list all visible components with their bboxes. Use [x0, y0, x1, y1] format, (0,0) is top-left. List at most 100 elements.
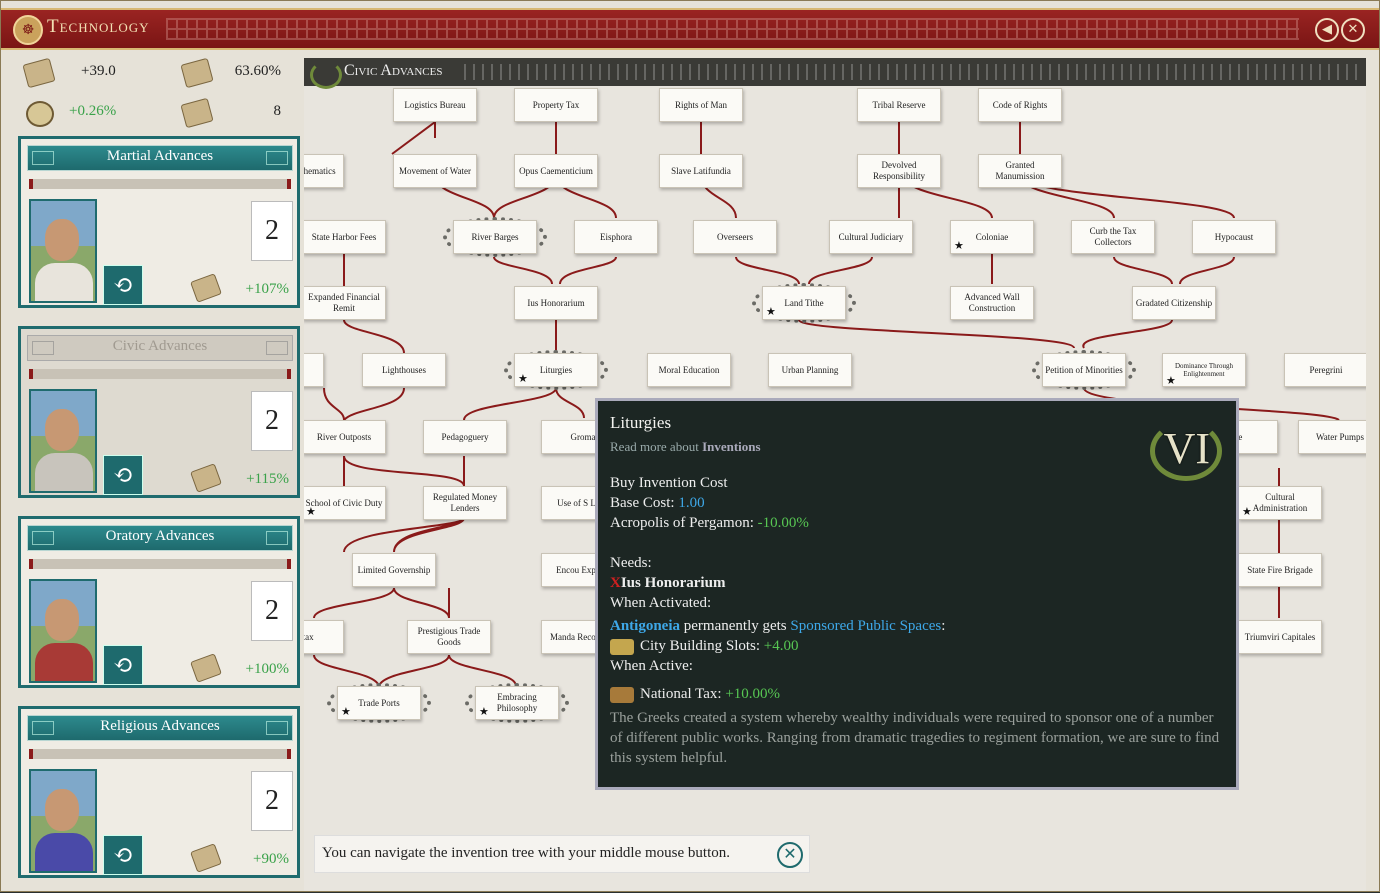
innovation-scroll-icon	[180, 97, 214, 129]
invention-node[interactable]: Hypocaust	[1192, 220, 1276, 254]
unmet-x-icon: X	[610, 575, 621, 591]
invention-node[interactable]: Expanded Financial Remit	[304, 286, 386, 320]
tree-title: Civic Advances	[344, 62, 443, 79]
invention-node[interactable]: Overseers	[693, 220, 777, 254]
advance-label: Martial Advances	[106, 148, 214, 164]
invention-node[interactable]: State Fire Brigade	[1238, 553, 1322, 587]
laurel-wreath-icon	[310, 61, 342, 89]
window-title: Technology	[47, 16, 150, 37]
invention-node[interactable]: Dominance Through Enlightenment ★	[1162, 353, 1246, 387]
replace-advisor-icon[interactable]: ⟲	[103, 835, 143, 875]
base-cost-row: Base Cost: 1.00	[610, 495, 705, 511]
treasure-chest-icon	[610, 686, 634, 703]
research-per-month: +39.0	[81, 63, 116, 79]
oratory-advances-panel[interactable]: Oratory Advances ⟲ 2 +100%	[18, 516, 300, 688]
star-icon: ★	[954, 240, 964, 252]
invention-node[interactable]	[304, 353, 324, 387]
invention-node[interactable]: School of Civic Duty ★	[304, 486, 386, 520]
invention-node[interactable]: Liturgies ★	[514, 353, 598, 387]
invention-node[interactable]: Opus Caementicium	[514, 154, 598, 188]
invention-node[interactable]: hagorean hematics	[304, 154, 344, 188]
invention-node[interactable]: Embracing Philosophy ★	[475, 686, 559, 720]
back-arrow-icon[interactable]: ◀	[1315, 18, 1339, 42]
building-slots-icon	[610, 638, 634, 655]
progress-rate: +0.26%	[69, 103, 117, 119]
technology-window: ☸ Technology ◀ ✕ +39.0 63.60% +0.26% 8 M…	[0, 0, 1380, 892]
needs-label: Needs:	[610, 555, 652, 571]
invention-node[interactable]: River Outposts	[304, 420, 386, 454]
invention-node[interactable]: Water Pumps	[1298, 420, 1366, 454]
invention-node[interactable]: Peregrini	[1284, 353, 1366, 387]
invention-node[interactable]: Urban Planning	[768, 353, 852, 387]
research-scroll-icon	[190, 653, 222, 683]
replace-advisor-icon[interactable]: ⟲	[103, 455, 143, 495]
read-more-link[interactable]: Inventions	[702, 439, 761, 454]
advisor-portrait[interactable]	[29, 199, 97, 303]
advance-progress-bar	[29, 179, 291, 189]
invention-node[interactable]: Ius Honorarium	[514, 286, 598, 320]
invention-node[interactable]: ort tax	[304, 620, 344, 654]
invention-node[interactable]: Land Tithe ★	[762, 286, 846, 320]
invention-node[interactable]: Eisphora	[574, 220, 658, 254]
read-more: Read more about Inventions	[610, 439, 761, 454]
invention-node[interactable]: Cultural Judiciary	[829, 220, 913, 254]
replace-advisor-icon[interactable]: ⟲	[103, 265, 143, 305]
advance-level: 2	[251, 391, 293, 451]
when-activated-label: When Activated:	[610, 595, 712, 611]
advisor-portrait[interactable]	[29, 769, 97, 873]
invention-node[interactable]: Movement of Water	[393, 154, 477, 188]
invention-node[interactable]: Devolved Responsibility	[857, 154, 941, 188]
advisor-portrait[interactable]	[29, 389, 97, 493]
invention-node[interactable]: Coloniae ★	[950, 220, 1034, 254]
martial-advances-panel[interactable]: Martial Advances ⟲ 2 +107%	[18, 136, 300, 308]
research-scroll-icon	[190, 843, 222, 873]
navigation-hint: You can navigate the invention tree with…	[314, 835, 810, 873]
invention-node[interactable]: Prestigious Trade Goods	[407, 620, 491, 654]
star-icon: ★	[1242, 506, 1252, 518]
invention-node[interactable]: Curb the Tax Collectors	[1071, 220, 1155, 254]
invention-node[interactable]: Pedagoguery	[423, 420, 507, 454]
advance-label: Civic Advances	[112, 338, 208, 354]
invention-node[interactable]: Logistics Bureau	[393, 88, 477, 122]
close-icon[interactable]: ✕	[1341, 18, 1365, 42]
invention-node[interactable]: Moral Education	[647, 353, 731, 387]
invention-node[interactable]: Cultural Administration ★	[1238, 486, 1322, 520]
advance-progress-bar	[29, 749, 291, 759]
invention-node[interactable]: Lighthouses	[362, 353, 446, 387]
replace-advisor-icon[interactable]: ⟲	[103, 645, 143, 685]
oratory-advances-header: Oratory Advances	[27, 525, 293, 551]
invention-node[interactable]: Trade Ports ★	[337, 686, 421, 720]
invention-node[interactable]: Rights of Man	[659, 88, 743, 122]
advance-label: Religious Advances	[100, 718, 220, 734]
religious-advances-panel[interactable]: Religious Advances ⟲ 2 +90%	[18, 706, 300, 878]
star-icon: ★	[479, 706, 489, 718]
tooltip-title: Liturgies	[610, 413, 672, 432]
invention-node[interactable]: Petition of Minorities	[1042, 353, 1126, 387]
invention-node[interactable]: Tribal Reserve	[857, 88, 941, 122]
invention-node[interactable]: Limited Governship	[352, 553, 436, 587]
building-slots-row: City Building Slots: +4.00	[610, 636, 1228, 656]
research-scroll-icon	[190, 273, 222, 303]
civic-advances-panel[interactable]: Civic Advances ⟲ 2 +115%	[18, 326, 300, 498]
invention-node[interactable]: Slave Latifundia	[659, 154, 743, 188]
dismiss-hint-icon[interactable]: ✕	[777, 842, 803, 868]
advance-bonus: +115%	[246, 471, 289, 487]
title-bar: ☸ Technology ◀ ✕	[1, 8, 1379, 50]
star-icon: ★	[518, 373, 528, 385]
invention-node[interactable]: Advanced Wall Construction	[950, 286, 1034, 320]
research-scroll-icon	[190, 463, 222, 493]
civic-advances-tree-header: Civic Advances	[304, 58, 1366, 89]
invention-node[interactable]: Property Tax	[514, 88, 598, 122]
invention-node[interactable]: Code of Rights	[978, 88, 1062, 122]
advisor-portrait[interactable]	[29, 579, 97, 683]
invention-node[interactable]: Triumviri Capitales	[1238, 620, 1322, 654]
invention-node[interactable]: River Barges	[453, 220, 537, 254]
invention-node[interactable]: Regulated Money Lenders	[423, 486, 507, 520]
invention-node[interactable]: State Harbor Fees	[304, 220, 386, 254]
invention-node[interactable]: Granted Manumission	[978, 154, 1062, 188]
advance-level: 2	[251, 581, 293, 641]
national-tax-row: National Tax: +10.00%	[610, 684, 1228, 704]
invention-node[interactable]: Gradated Citizenship	[1132, 286, 1216, 320]
invention-description: The Greeks created a system whereby weal…	[610, 710, 1220, 766]
star-icon: ★	[341, 706, 351, 718]
